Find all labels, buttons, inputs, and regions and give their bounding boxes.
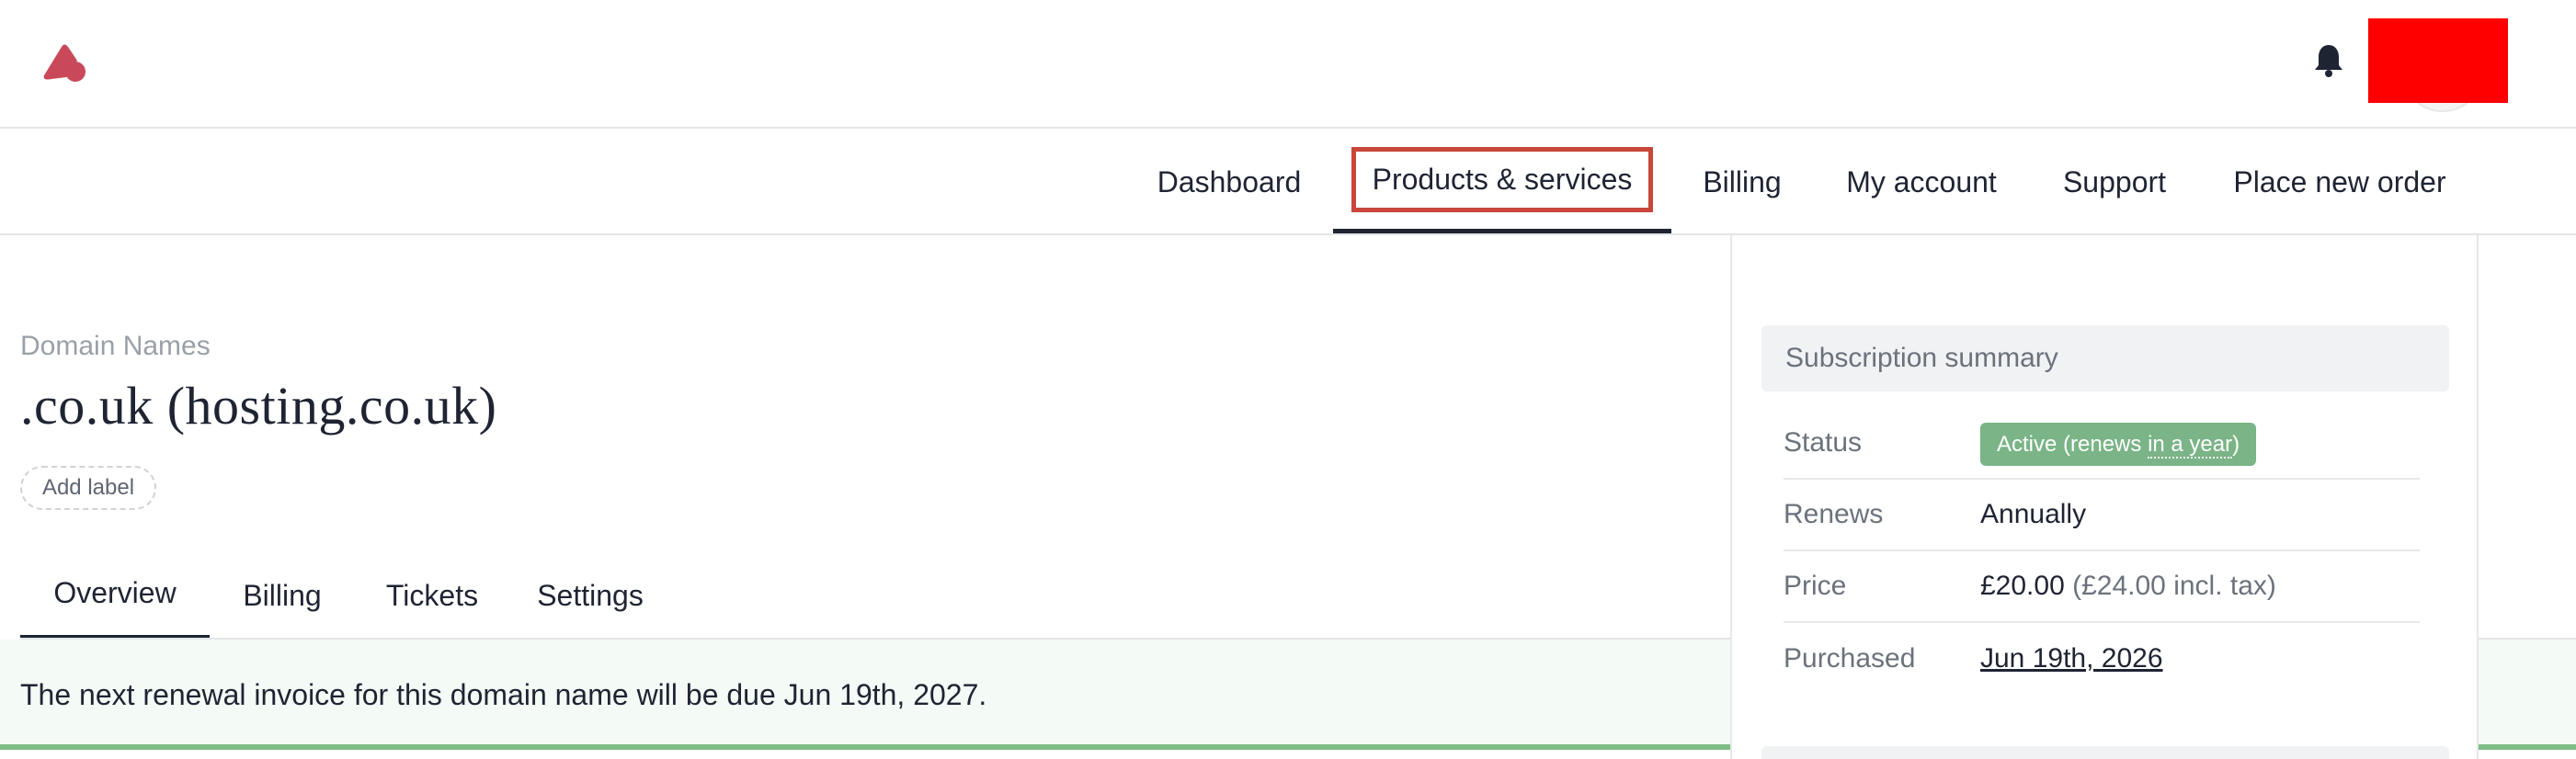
renewal-notice-text: The next renewal invoice for this domain…	[20, 678, 987, 711]
price-amount: £20.00	[1980, 571, 2065, 601]
main-navigation: Dashboard Products & services Billing My…	[0, 130, 2576, 235]
nav-products-services-label: Products & services	[1351, 147, 1654, 212]
nav-my-account-label: My account	[1846, 164, 1997, 198]
subscription-summary-panel: Subscription summary Status Active (rene…	[1730, 235, 2479, 759]
product-tabs: Overview Billing Tickets Settings	[20, 551, 1730, 640]
tab-settings-label: Settings	[537, 578, 644, 612]
status-badge: Active (renews in a year)	[1980, 423, 2257, 466]
status-row: Status Active (renews in a year)	[1784, 408, 2420, 480]
nav-billing-label: Billing	[1703, 164, 1782, 198]
tab-overview-label: Overview	[53, 576, 177, 609]
purchased-row: Purchased Jun 19th, 2026	[1784, 623, 2420, 695]
tab-overview[interactable]: Overview	[20, 551, 210, 640]
status-label: Status	[1784, 427, 1863, 458]
user-avatar[interactable]	[2368, 18, 2508, 112]
top-bar	[0, 0, 2576, 129]
add-label-text: Add label	[41, 475, 135, 500]
bell-icon[interactable]	[2313, 42, 2344, 79]
renews-value: Annually	[1980, 499, 2087, 529]
brand-logo-icon[interactable]	[39, 39, 90, 85]
status-prefix: Active (renews	[1997, 432, 2149, 457]
subscription-summary-title: Subscription summary	[1761, 325, 2449, 391]
nav-products-services[interactable]: Products & services	[1333, 130, 1671, 233]
nav-dashboard[interactable]: Dashboard	[1140, 130, 1318, 233]
price-row: Price £20.00 (£24.00 incl. tax)	[1784, 551, 2420, 623]
tab-billing-label: Billing	[243, 578, 322, 612]
page-title: .co.uk (hosting.co.uk)	[20, 376, 497, 436]
nav-my-account[interactable]: My account	[1829, 130, 2013, 233]
product-category: Domain Names	[20, 331, 211, 361]
avatar-redaction	[2368, 18, 2508, 103]
price-label: Price	[1784, 571, 1847, 601]
price-value: £20.00 (£24.00 incl. tax)	[1980, 571, 2276, 602]
next-section-header	[1761, 746, 2449, 759]
nav-place-new-order-label: Place new order	[2233, 164, 2446, 198]
renews-row: Renews Annually	[1784, 480, 2420, 551]
status-suffix: )	[2232, 432, 2240, 457]
tab-tickets-label: Tickets	[385, 578, 479, 612]
status-value: Active (renews in a year)	[1980, 423, 2257, 466]
tab-settings[interactable]: Settings	[522, 551, 658, 640]
nav-support[interactable]: Support	[2050, 130, 2179, 233]
add-label-button[interactable]: Add label	[20, 466, 156, 510]
nav-support-label: Support	[2062, 164, 2167, 198]
renews-label: Renews	[1784, 499, 1884, 529]
tab-tickets[interactable]: Tickets	[373, 551, 491, 640]
tab-billing[interactable]: Billing	[224, 551, 340, 640]
status-relative-time[interactable]: in a year	[2148, 432, 2233, 459]
nav-place-new-order[interactable]: Place new order	[2217, 130, 2462, 233]
nav-dashboard-label: Dashboard	[1157, 164, 1302, 198]
price-incl-tax: (£24.00 incl. tax)	[2072, 571, 2276, 601]
purchased-label: Purchased	[1784, 643, 1916, 674]
nav-billing[interactable]: Billing	[1684, 130, 1800, 233]
purchased-date-link[interactable]: Jun 19th, 2026	[1980, 643, 2163, 674]
